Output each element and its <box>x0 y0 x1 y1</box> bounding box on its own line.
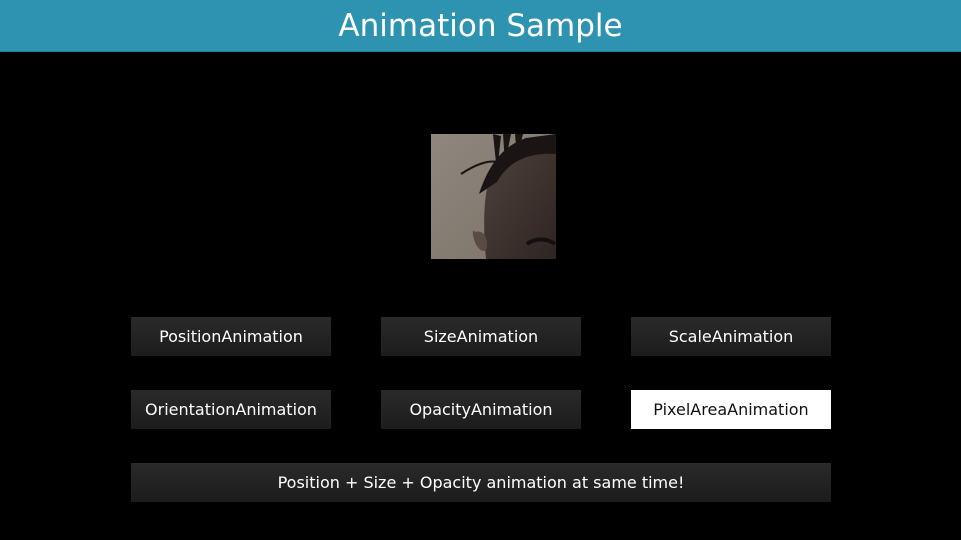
orientation-animation-button[interactable]: OrientationAnimation <box>131 390 331 429</box>
combined-animation-button[interactable]: Position + Size + Opacity animation at s… <box>131 463 831 502</box>
button-label: PositionAnimation <box>159 327 303 346</box>
app-window: Animation Sample PositionAnimation SizeA… <box>0 0 961 540</box>
button-label: Position + Size + Opacity animation at s… <box>277 473 685 492</box>
title-bar: Animation Sample <box>0 0 961 52</box>
button-label: PixelAreaAnimation <box>653 400 809 419</box>
face-photo-icon <box>431 134 556 259</box>
position-animation-button[interactable]: PositionAnimation <box>131 317 331 356</box>
opacity-animation-button[interactable]: OpacityAnimation <box>381 390 581 429</box>
page-title: Animation Sample <box>338 7 623 44</box>
button-label: ScaleAnimation <box>668 327 794 346</box>
button-label: OrientationAnimation <box>145 400 317 419</box>
pixel-area-animation-button[interactable]: PixelAreaAnimation <box>631 390 831 429</box>
button-label: OpacityAnimation <box>409 400 553 419</box>
button-label: SizeAnimation <box>423 327 539 346</box>
scale-animation-button[interactable]: ScaleAnimation <box>631 317 831 356</box>
animated-image <box>431 134 556 259</box>
size-animation-button[interactable]: SizeAnimation <box>381 317 581 356</box>
